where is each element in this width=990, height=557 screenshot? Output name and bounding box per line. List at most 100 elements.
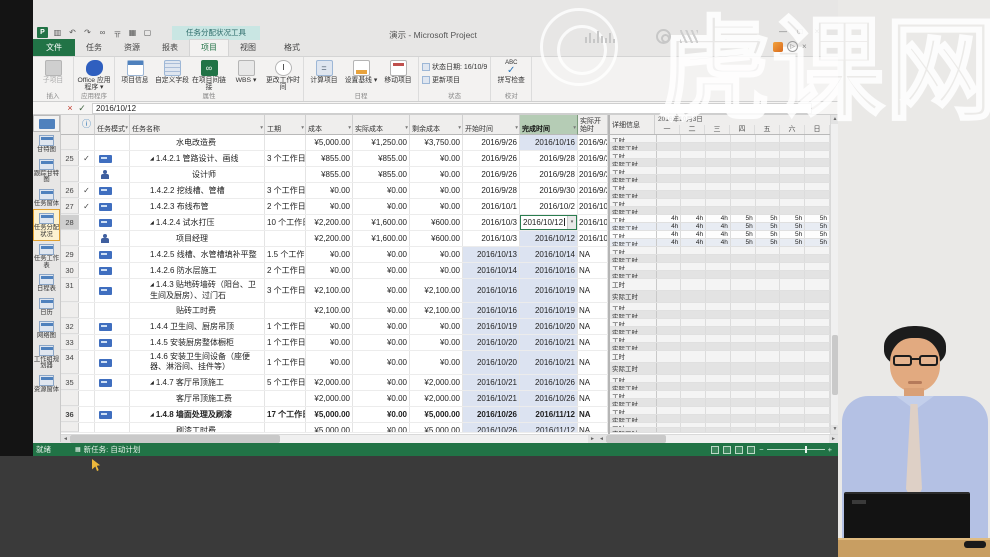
timephased-row[interactable]: 工时 4h 4h 4h 5h 5h 5h 5h	[610, 215, 830, 223]
timephased-cell[interactable]	[657, 191, 682, 198]
scroll-right-icon[interactable]: ►	[588, 435, 597, 443]
actual-cost-cell[interactable]: ¥1,600.00	[353, 215, 410, 230]
timephased-row[interactable]: 工时	[610, 391, 830, 399]
actual-start-cell[interactable]: NA	[578, 319, 608, 334]
table-row[interactable]: 28 ◢ 1.4.2.4 试水打压 10 个工作日 ¥2,200.00 ¥1,600.00…	[61, 215, 608, 231]
timephased-cell[interactable]	[805, 159, 830, 166]
ribbon-button[interactable]: 更改工作时间	[266, 59, 300, 92]
entry-field[interactable]: 2016/10/12	[92, 102, 812, 114]
task-name-cell[interactable]: 刷漆工时费	[130, 423, 265, 432]
timephased-cell[interactable]	[756, 191, 781, 198]
timephased-cell[interactable]	[756, 335, 781, 342]
start-cell[interactable]: 2016/10/1	[463, 199, 520, 214]
ribbon-button[interactable]: WBS ▾	[229, 59, 263, 92]
actual-start-cell[interactable]: 2016/9/26	[578, 167, 608, 182]
finish-cell[interactable]: 2016/11/12	[520, 407, 578, 422]
task-name-cell[interactable]: ◢ 1.4.2.1 管路设计、画线	[130, 151, 265, 166]
row-number[interactable]: 32	[61, 319, 79, 334]
start-cell[interactable]: 2016/10/19	[463, 319, 520, 334]
timephased-cell[interactable]	[731, 311, 756, 318]
timephased-row[interactable]: 实际工时	[610, 383, 830, 391]
timephased-cell[interactable]: 5h	[780, 231, 806, 238]
cost-cell[interactable]: ¥0.00	[306, 183, 353, 198]
start-cell[interactable]: 2016/9/26	[463, 151, 520, 166]
timephased-row[interactable]: 实际工时	[610, 175, 830, 183]
row-number[interactable]: 35	[61, 375, 79, 390]
start-cell[interactable]: 2016/10/21	[463, 391, 520, 406]
finish-cell[interactable]: 2016/10/16	[520, 263, 578, 278]
timephased-row[interactable]: 实际工时	[610, 415, 830, 423]
timephased-cell[interactable]: 5h	[805, 231, 830, 238]
timephased-cell[interactable]	[681, 167, 707, 174]
duration-cell[interactable]	[265, 303, 306, 318]
timephased-row[interactable]: 实际工时	[610, 191, 830, 199]
timephased-cell[interactable]	[756, 135, 781, 142]
window-icon[interactable]: ▢	[142, 27, 153, 38]
timephased-cell[interactable]	[731, 375, 756, 382]
remaining-cost-cell[interactable]: ¥0.00	[410, 151, 463, 166]
timephased-cell[interactable]	[706, 143, 731, 150]
timephased-cell[interactable]	[731, 351, 756, 362]
timephased-row[interactable]: 实际工时	[610, 327, 830, 335]
timephased-cell[interactable]	[756, 351, 781, 362]
finish-cell[interactable]: 2016/10/21	[520, 335, 578, 350]
timephased-cell[interactable]	[756, 263, 781, 270]
row-number[interactable]: 29	[61, 247, 79, 262]
start-cell[interactable]: 2016/10/16	[463, 279, 520, 302]
timephased-row[interactable]: 工时	[610, 183, 830, 191]
timephased-cell[interactable]	[657, 428, 682, 432]
timephased-cell[interactable]	[706, 319, 731, 326]
team-planner-view-icon[interactable]	[735, 445, 744, 454]
timephased-cell[interactable]	[780, 175, 806, 182]
timephased-cell[interactable]	[780, 151, 806, 158]
actual-start-cell[interactable]: NA	[578, 303, 608, 318]
tab-项目[interactable]: 项目	[189, 39, 229, 56]
start-cell[interactable]: 2016/10/20	[463, 351, 520, 374]
timephased-row[interactable]: 实际工时	[610, 363, 830, 375]
link-tasks-icon[interactable]: ∞	[97, 27, 108, 38]
view-bar-item[interactable]: 日历	[33, 295, 60, 319]
table-row[interactable]: 33 1.4.5 安装厨房整体橱柜 1 个工作日 ¥0.00 ¥0.00 ¥0.00 201…	[61, 335, 608, 351]
column-header-id[interactable]	[61, 115, 79, 135]
timephased-cell[interactable]	[657, 255, 682, 262]
timephased-cell[interactable]	[805, 399, 830, 406]
timephased-cell[interactable]	[681, 391, 707, 398]
actual-cost-cell[interactable]: ¥0.00	[353, 279, 410, 302]
date-picker-dropdown-icon[interactable]: ▾	[567, 216, 576, 229]
table-row[interactable]: 36 ◢ 1.4.8 墙面处理及刷漆 17 个工作日 ¥5,000.00 ¥0.00 ¥5,…	[61, 407, 608, 423]
timephased-cell[interactable]: 4h	[706, 215, 731, 222]
timephased-cell[interactable]	[780, 423, 806, 427]
timephased-cell[interactable]	[657, 335, 682, 342]
row-number[interactable]: 31	[61, 279, 79, 302]
actual-start-cell[interactable]: 2016/10/3	[578, 215, 608, 230]
actual-start-cell[interactable]: NA	[578, 335, 608, 350]
timephased-cell[interactable]: 5h	[756, 215, 781, 222]
timephased-cell[interactable]	[681, 303, 707, 310]
undo-icon[interactable]: ↶	[67, 27, 78, 38]
column-header-actual_start[interactable]: 实际开始时	[578, 115, 608, 135]
timephased-cell[interactable]: 4h	[657, 223, 682, 230]
timephased-row[interactable]: 实际工时	[610, 271, 830, 279]
recorder-app-icon[interactable]	[773, 41, 783, 52]
start-cell[interactable]: 2016/10/21	[463, 375, 520, 390]
timephased-cell[interactable]	[756, 343, 781, 350]
expand-icon[interactable]: ◢	[150, 220, 154, 226]
column-header-start[interactable]: 开始时间 ▾	[463, 115, 520, 135]
cost-cell[interactable]: ¥0.00	[306, 335, 353, 350]
column-header-info[interactable]: ⓘ	[79, 115, 95, 135]
timephased-cell[interactable]	[657, 363, 682, 374]
vertical-scrollbar[interactable]: ▲ ▼	[830, 115, 839, 434]
timephased-cell[interactable]	[780, 311, 806, 318]
start-cell[interactable]: 2016/10/13	[463, 247, 520, 262]
timephased-cell[interactable]	[756, 291, 781, 302]
timephased-row[interactable]: 实际工时 4h 4h 4h 5h 5h 5h 5h	[610, 223, 830, 231]
timephased-cell[interactable]	[681, 291, 707, 302]
timephased-cell[interactable]: 5h	[731, 231, 756, 238]
timephased-cell[interactable]: 4h	[706, 223, 731, 230]
timephased-cell[interactable]	[731, 135, 756, 142]
timephased-cell[interactable]	[657, 375, 682, 382]
actual-start-cell[interactable]: NA	[578, 351, 608, 374]
timephased-cell[interactable]: 5h	[756, 239, 781, 246]
ribbon-button[interactable]: 移动项目	[381, 59, 415, 92]
timephased-cell[interactable]	[706, 199, 731, 206]
